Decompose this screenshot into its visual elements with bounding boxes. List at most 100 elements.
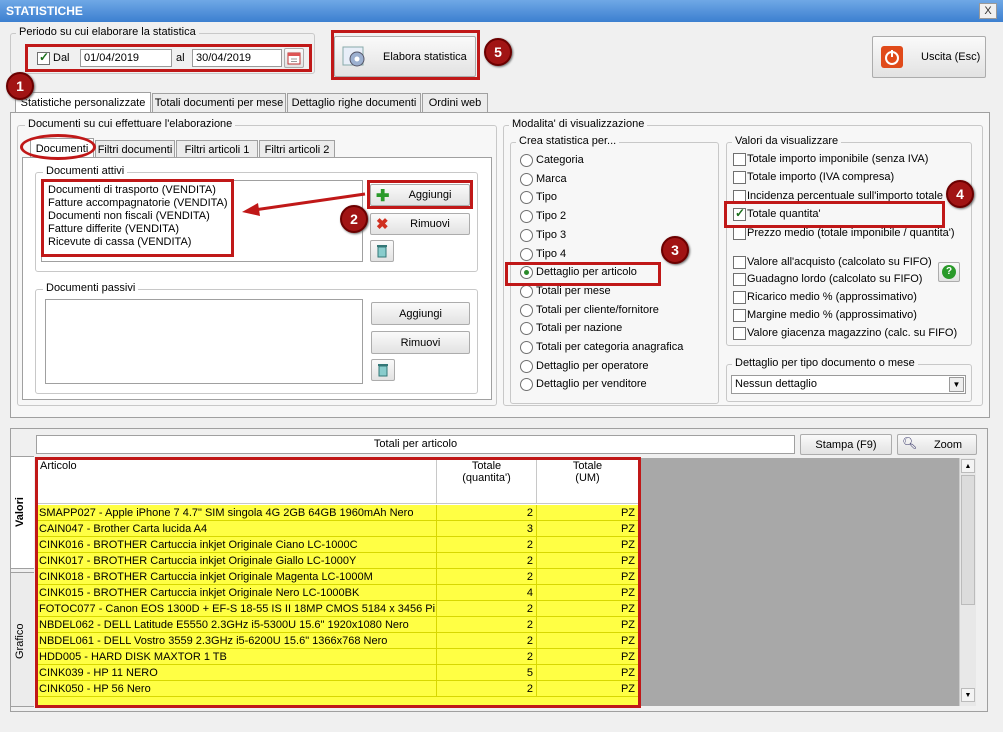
radio-label[interactable]: Dettaglio per operatore	[536, 360, 649, 372]
radio-5[interactable]	[520, 247, 533, 261]
radio-7[interactable]	[520, 284, 533, 298]
radio-label[interactable]: Marca	[536, 173, 567, 185]
rimuovi-attivi-button[interactable]: ✖ Rimuovi	[370, 213, 470, 235]
table-row[interactable]: FOTOC077 - Canon EOS 1300D + EF-S 18-55 …	[36, 601, 638, 617]
chevron-down-icon[interactable]: ▼	[949, 377, 964, 392]
table-row[interactable]: CINK050 - HP 56 Nero 2 PZ	[36, 681, 638, 697]
tab-statistiche-personalizzate[interactable]: Statistiche personalizzate	[15, 92, 151, 113]
radio-4[interactable]	[520, 228, 533, 242]
table-row[interactable]: NBDEL061 - DELL Vostro 3559 2.3GHz i5-62…	[36, 633, 638, 649]
tab-ordini-web[interactable]: Ordini web	[422, 93, 488, 112]
radio-8[interactable]	[520, 303, 533, 317]
radio-label[interactable]: Tipo 2	[536, 210, 566, 222]
radio-1[interactable]	[520, 172, 533, 186]
radio-label[interactable]: Dettaglio per venditore	[536, 378, 647, 390]
valore-checkbox[interactable]	[733, 273, 746, 286]
gear-icon	[342, 46, 365, 66]
list-item[interactable]: Ricevute di cassa (VENDITA)	[48, 236, 191, 248]
dal-checkbox[interactable]	[37, 50, 50, 65]
period-group-label: Periodo su cui elaborare la statistica	[16, 26, 199, 38]
table-cell: 2	[437, 537, 537, 553]
table-row[interactable]: CINK018 - BROTHER Cartuccia inkjet Origi…	[36, 569, 638, 585]
radio-label[interactable]: Totali per cliente/fornitore	[536, 304, 659, 316]
table-row[interactable]: SMAPP027 - Apple iPhone 7 4.7" SIM singo…	[36, 505, 638, 521]
valore-label: Totale quantita'	[747, 208, 821, 220]
table-cell: PZ	[537, 681, 638, 697]
table-cell: PZ	[537, 633, 638, 649]
elabora-statistica-button[interactable]: Elabora statistica	[334, 36, 476, 77]
to-date-input[interactable]	[192, 49, 282, 67]
clear-passivi-button[interactable]	[371, 359, 395, 381]
table-row[interactable]: HDD005 - HARD DISK MAXTOR 1 TB 2 PZ	[36, 649, 638, 665]
col-header-quantita[interactable]: Totale (quantita')	[437, 458, 537, 504]
valore-checkbox[interactable]	[733, 291, 746, 304]
close-button[interactable]: X	[979, 3, 997, 19]
radio-label[interactable]: Tipo 4	[536, 248, 566, 260]
table-cell: PZ	[537, 537, 638, 553]
radio-11[interactable]	[520, 359, 533, 373]
radio-label[interactable]: Dettaglio per articolo	[536, 266, 637, 278]
radio-label[interactable]: Tipo 3	[536, 229, 566, 241]
valore-checkbox[interactable]	[733, 327, 746, 340]
attivi-group-label: Documenti attivi	[43, 165, 128, 177]
list-item[interactable]: Fatture accompagnatorie (VENDITA)	[48, 197, 228, 209]
aggiungi-attivi-button[interactable]: ✚ Aggiungi	[370, 184, 470, 206]
table-row[interactable]: CINK016 - BROTHER Cartuccia inkjet Origi…	[36, 537, 638, 553]
tab-dettaglio-righe[interactable]: Dettaglio righe documenti	[287, 93, 421, 112]
tab-valori[interactable]: Valori	[10, 456, 34, 569]
rimuovi-passivi-label: Rimuovi	[400, 336, 441, 349]
radio-label[interactable]: Categoria	[536, 154, 584, 166]
tab-totali-documenti-mese[interactable]: Totali documenti per mese	[152, 93, 286, 112]
valore-checkbox[interactable]	[733, 206, 746, 221]
radio-10[interactable]	[520, 341, 533, 354]
tab-grafico[interactable]: Grafico	[10, 572, 34, 707]
valore-checkbox[interactable]	[733, 171, 746, 184]
col-header-articolo[interactable]: Articolo	[36, 458, 437, 504]
zoom-button[interactable]: 🔍︎ Zoom	[897, 434, 977, 455]
radio-label[interactable]: Totali per nazione	[536, 322, 622, 334]
table-row[interactable]: CINK015 - BROTHER Cartuccia inkjet Origi…	[36, 585, 638, 601]
radio-0[interactable]	[520, 154, 533, 167]
list-item[interactable]: Documenti di trasporto (VENDITA)	[48, 184, 216, 196]
scroll-thumb[interactable]	[961, 475, 975, 605]
from-date-input[interactable]	[80, 49, 172, 67]
rimuovi-passivi-button[interactable]: Rimuovi	[371, 331, 470, 354]
stampa-button[interactable]: Stampa (F9)	[800, 434, 892, 455]
list-item[interactable]: Documenti non fiscali (VENDITA)	[48, 210, 210, 222]
scroll-up-icon[interactable]: ▲	[961, 459, 975, 473]
table-row[interactable]: CINK017 - BROTHER Cartuccia inkjet Origi…	[36, 553, 638, 569]
table-cell: NBDEL062 - DELL Latitude E5550 2.3GHz i5…	[36, 617, 437, 633]
table-cell: PZ	[537, 521, 638, 537]
valore-label: Incidenza percentuale sull'importo total…	[747, 190, 943, 202]
radio-label[interactable]: Totali per mese	[536, 285, 611, 297]
radio-label[interactable]: Tipo	[536, 191, 557, 203]
passivi-listbox[interactable]	[45, 299, 363, 384]
valore-checkbox[interactable]	[733, 190, 746, 203]
col-header-um[interactable]: Totale (UM)	[537, 458, 638, 504]
table-cell: PZ	[537, 665, 638, 681]
table-cell: PZ	[537, 617, 638, 633]
radio-label[interactable]: Totali per categoria anagrafica	[536, 341, 683, 353]
radio-3[interactable]	[520, 210, 533, 224]
dettaglio-select[interactable]: Nessun dettaglio ▼	[731, 375, 966, 394]
valore-checkbox[interactable]	[733, 227, 746, 240]
table-row[interactable]: CINK039 - HP 11 NERO 5 PZ	[36, 665, 638, 681]
clear-attivi-button[interactable]	[370, 240, 394, 262]
valore-checkbox[interactable]	[733, 256, 746, 269]
table-row[interactable]: NBDEL062 - DELL Latitude E5550 2.3GHz i5…	[36, 617, 638, 633]
highlight-documenti-tab	[20, 134, 96, 160]
scroll-down-icon[interactable]: ▼	[961, 688, 975, 702]
help-button[interactable]: ?	[938, 262, 960, 282]
valore-checkbox[interactable]	[733, 309, 746, 322]
calendar-button[interactable]	[284, 48, 304, 68]
uscita-button[interactable]: Uscita (Esc)	[872, 36, 986, 78]
grid-scrollbar[interactable]: ▲ ▼	[959, 458, 976, 706]
valore-checkbox[interactable]	[733, 153, 746, 166]
valore-label: Ricarico medio % (approssimativo)	[747, 291, 917, 303]
aggiungi-passivi-button[interactable]: Aggiungi	[371, 302, 470, 325]
window-title: STATISTICHE	[6, 4, 83, 18]
table-cell: PZ	[537, 569, 638, 585]
table-row[interactable]: CAIN047 - Brother Carta lucida A4 3 PZ	[36, 521, 638, 537]
list-item[interactable]: Fatture differite (VENDITA)	[48, 223, 179, 235]
crea-group-label: Crea statistica per...	[516, 135, 620, 147]
